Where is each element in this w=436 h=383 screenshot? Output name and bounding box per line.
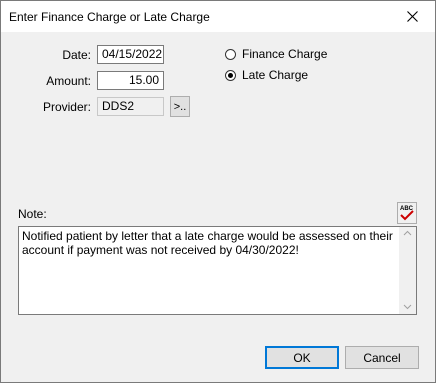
late-charge-option[interactable]: Late Charge <box>225 68 308 82</box>
note-scrollbar[interactable] <box>399 227 416 314</box>
close-button[interactable] <box>389 1 435 32</box>
provider-field: DDS2 <box>97 97 164 116</box>
dialog-window: Enter Finance Charge or Late Charge Date… <box>0 0 436 383</box>
spell-check-button[interactable]: ABC <box>397 202 417 224</box>
window-title: Enter Finance Charge or Late Charge <box>9 10 210 24</box>
date-field[interactable]: 04/15/2022 <box>97 45 164 64</box>
ok-button[interactable]: OK <box>265 346 339 369</box>
date-label: Date: <box>62 48 91 62</box>
scroll-up-icon[interactable] <box>399 227 416 241</box>
finance-charge-option[interactable]: Finance Charge <box>225 47 327 61</box>
late-charge-label: Late Charge <box>242 68 309 82</box>
amount-label: Amount: <box>46 74 91 88</box>
close-icon <box>406 11 418 22</box>
amount-field[interactable]: 15.00 <box>97 71 164 90</box>
provider-label: Provider: <box>42 100 91 114</box>
note-text: Notified patient by letter that a late c… <box>22 229 397 257</box>
provider-lookup-button[interactable]: >.. <box>170 96 190 117</box>
note-textarea[interactable]: Notified patient by letter that a late c… <box>18 226 417 315</box>
cancel-button[interactable]: Cancel <box>345 346 419 369</box>
late-charge-radio[interactable] <box>225 69 236 81</box>
note-label: Note: <box>18 207 47 221</box>
title-bar: Enter Finance Charge or Late Charge <box>1 1 435 32</box>
spell-check-icon: ABC <box>400 206 414 221</box>
finance-charge-label: Finance Charge <box>242 47 328 61</box>
finance-charge-radio[interactable] <box>225 48 236 60</box>
scroll-down-icon[interactable] <box>399 300 416 314</box>
